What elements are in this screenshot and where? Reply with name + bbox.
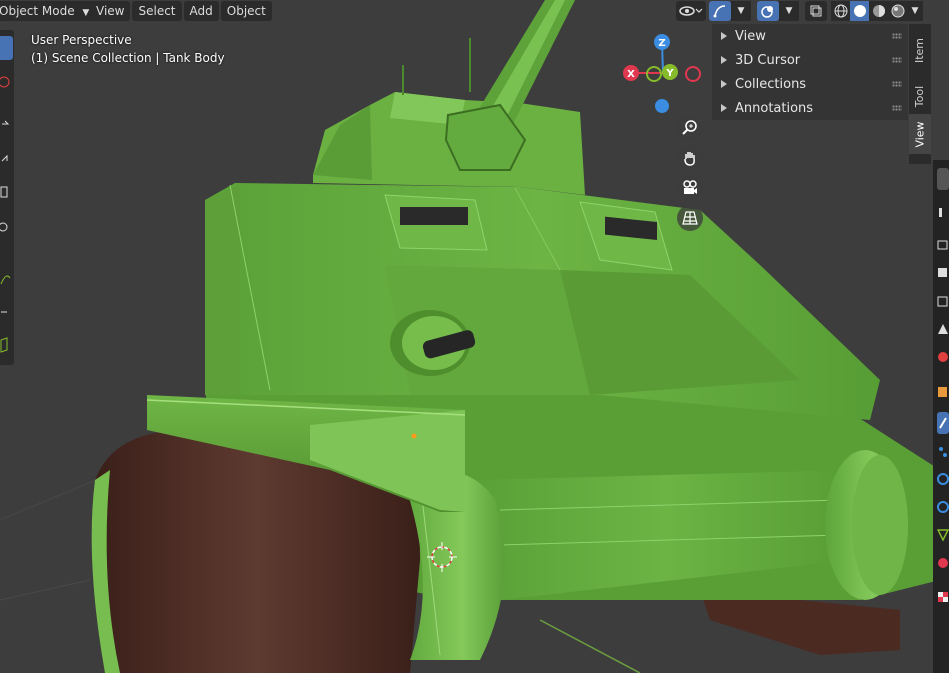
menu-object[interactable]: Object [220,1,272,21]
shading-solid-icon[interactable] [850,1,869,21]
shading-rendered-icon[interactable] [888,1,907,21]
select-box-icon[interactable] [0,36,13,60]
sidebar-panel: View 3D Cursor Collections Annotations [712,24,908,120]
visibility-eye-icon[interactable] [676,1,706,21]
chevron-down-icon[interactable]: ▼ [779,1,799,21]
collection-tab-icon[interactable] [937,350,949,364]
mode-dropdown[interactable]: Object Mode ▼ [0,1,96,21]
left-toolbar [0,30,14,365]
measure-icon[interactable] [0,298,13,322]
mode-label: Object Mode [0,4,75,18]
tab-tool[interactable]: Tool [909,74,931,118]
tool-tab-icon[interactable] [937,168,949,190]
panel-3d-cursor[interactable]: 3D Cursor [712,48,908,72]
tab-item[interactable]: Item [909,28,931,72]
sidebar-tabs: Item Tool View [909,24,931,164]
overlay-toggle-icon[interactable] [757,1,779,21]
panel-collections[interactable]: Collections [712,72,908,96]
expand-triangle-icon [721,56,727,64]
panel-3d-cursor-label: 3D Cursor [735,52,801,68]
constraints-tab-icon[interactable] [937,500,949,514]
expand-triangle-icon [721,32,727,40]
tab-view-label: View [913,120,927,148]
navigation-gizmo[interactable]: Z X Y [618,30,708,120]
move-icon[interactable] [0,112,13,136]
drag-handle-icon[interactable] [892,105,902,111]
gizmo-z-label: Z [658,38,665,49]
tab-view[interactable]: View [909,114,931,154]
cursor-tool-icon[interactable] [0,70,13,94]
view-perspective-label: User Perspective [31,33,132,47]
header-right-tools: ▼ ▼ ▼ [676,0,923,22]
gizmo-y-label: Y [665,68,674,79]
gizmo-neg-x-axis[interactable] [685,66,701,82]
annotate-icon[interactable] [0,268,13,292]
panel-collections-label: Collections [735,76,807,92]
drag-handle-icon[interactable] [892,81,902,87]
output-tab-icon[interactable] [937,238,949,252]
header-menus: View Select Add Object [90,0,274,22]
add-cube-icon[interactable] [0,332,13,356]
render-tab-icon[interactable] [937,205,949,219]
menu-view[interactable]: View [90,1,131,21]
scale-icon[interactable] [0,180,13,204]
tab-tool-label: Tool [913,85,927,107]
panel-annotations[interactable]: Annotations [712,96,908,120]
menu-add[interactable]: Add [183,1,219,21]
scene-collection-label: (1) Scene Collection | Tank Body [31,51,225,65]
shading-wireframe-icon[interactable] [831,1,850,21]
texture-tab-icon[interactable] [937,590,949,604]
pan-hand-icon[interactable] [677,145,703,171]
gizmo-toggle-icon[interactable] [709,1,731,21]
physics-tab-icon[interactable] [937,472,949,486]
expand-triangle-icon [721,80,727,88]
gizmo-neg-z-axis[interactable] [655,99,669,113]
chevron-down-icon[interactable]: ▼ [731,1,751,21]
view-layer-tab-icon[interactable] [937,266,949,280]
panel-view[interactable]: View [712,24,908,48]
drag-handle-icon[interactable] [892,33,902,39]
properties-tab-strip [933,160,949,673]
menu-select[interactable]: Select [132,1,182,21]
transform-icon[interactable] [0,215,13,239]
data-tab-icon[interactable] [936,528,949,542]
3d-viewport[interactable]: Object Mode ▼ View Select Add Object ▼ ▼ [0,0,949,673]
camera-view-icon[interactable] [677,175,703,201]
material-tab-icon[interactable] [937,556,949,570]
perspective-grid-icon[interactable] [677,205,703,231]
object-tab-icon[interactable] [937,385,949,399]
xray-toggle-icon[interactable] [805,1,827,21]
scene-tab-icon[interactable] [937,294,949,308]
world-tab-icon[interactable] [937,322,949,336]
shading-material-icon[interactable] [869,1,888,21]
modifier-wrench-icon[interactable] [937,412,949,434]
zoom-icon[interactable] [677,115,703,141]
expand-triangle-icon [721,104,727,112]
drag-handle-icon[interactable] [892,57,902,63]
chevron-down-icon[interactable]: ▼ [907,1,923,21]
particles-tab-icon[interactable] [937,445,949,459]
panel-view-label: View [735,28,766,44]
tab-item-label: Item [913,37,927,63]
panel-annotations-label: Annotations [735,100,814,116]
rotate-icon[interactable] [0,146,13,170]
gizmo-x-label: X [627,69,635,80]
chevron-down-icon: ▼ [82,8,90,18]
